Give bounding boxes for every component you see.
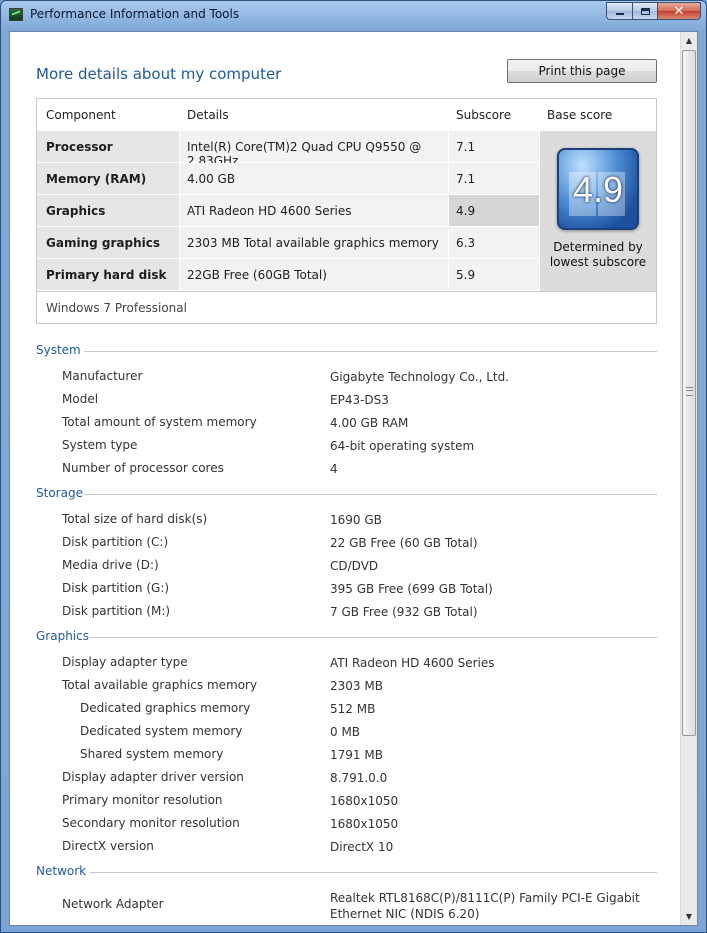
- detail-label: Disk partition (C:): [62, 535, 169, 549]
- scrollbar-thumb[interactable]: [682, 50, 696, 736]
- component-details: Intel(R) Core(TM)2 Quad CPU Q9550 @ 2.83…: [180, 131, 448, 168]
- maximize-icon: [640, 7, 650, 15]
- section-title-system: System: [36, 343, 81, 357]
- score-table-header: Component Details Subscore Base score: [37, 99, 656, 130]
- detail-label: Disk partition (M:): [62, 604, 171, 618]
- section-title-storage: Storage: [36, 486, 83, 500]
- component-name: Graphics: [37, 195, 179, 226]
- detail-value: 2303 MB: [330, 679, 383, 693]
- detail-label: Display adapter driver version: [62, 770, 244, 784]
- close-icon: ✕: [673, 3, 685, 19]
- component-subscore: 7.1: [449, 163, 539, 194]
- scroll-up-arrow-icon[interactable]: ▲: [681, 32, 697, 49]
- os-edition: Windows 7 Professional: [37, 291, 656, 323]
- component-name: Primary hard disk: [37, 259, 179, 290]
- detail-value: 7 GB Free (932 GB Total): [330, 605, 478, 619]
- detail-value: 1791 MB: [330, 748, 383, 762]
- detail-value: ATI Radeon HD 4600 Series: [330, 656, 495, 670]
- detail-value: 8.791.0.0: [330, 771, 388, 785]
- score-row-gaming-graphics: Gaming graphics 2303 MB Total available …: [37, 227, 539, 259]
- detail-label: DirectX version: [62, 839, 154, 853]
- score-table: Component Details Subscore Base score Pr…: [36, 98, 657, 324]
- component-subscore: 5.9: [449, 259, 539, 290]
- window-title: Performance Information and Tools: [30, 7, 240, 21]
- section-divider: [90, 637, 657, 638]
- main-window: Performance Information and Tools ✕ More…: [0, 0, 707, 933]
- section-divider: [84, 494, 657, 495]
- minimize-icon: [615, 13, 624, 15]
- section-title-network: Network: [36, 864, 87, 878]
- detail-value: DirectX 10: [330, 840, 394, 854]
- detail-label: Media drive (D:): [62, 558, 159, 572]
- component-name: Memory (RAM): [37, 163, 179, 194]
- detail-value: 64-bit operating system: [330, 439, 475, 453]
- component-subscore: 6.3: [449, 227, 539, 258]
- component-name: Processor: [37, 131, 179, 162]
- grip-icon: [686, 387, 693, 396]
- detail-value: 4.00 GB RAM: [330, 416, 409, 430]
- detail-label: Total size of hard disk(s): [62, 512, 208, 526]
- column-header-subscore: Subscore: [456, 108, 512, 122]
- detail-label: Dedicated system memory: [80, 724, 243, 738]
- window-controls: ✕: [606, 2, 701, 20]
- detail-value: Gigabyte Technology Co., Ltd.: [330, 370, 510, 384]
- vertical-scrollbar[interactable]: ▲ ▼: [680, 32, 697, 925]
- scroll-down-arrow-icon[interactable]: ▼: [681, 908, 697, 925]
- detail-label: Dedicated graphics memory: [80, 701, 251, 715]
- maximize-button[interactable]: [632, 2, 657, 20]
- performance-app-icon: [9, 8, 23, 21]
- detail-value: Realtek RTL8168C(P)/8111C(P) Family PCI-…: [330, 891, 640, 921]
- score-row-memory: Memory (RAM) 4.00 GB 7.1: [37, 163, 539, 195]
- detail-value: 22 GB Free (60 GB Total): [330, 536, 478, 550]
- component-name: Gaming graphics: [37, 227, 179, 258]
- detail-value: 1680x1050: [330, 794, 399, 808]
- base-score-badge: 4.9: [557, 148, 639, 230]
- page-title: More details about my computer: [36, 65, 282, 83]
- detail-value: 4: [330, 462, 338, 476]
- details-page: More details about my computer Print thi…: [10, 32, 682, 925]
- component-details: 2303 MB Total available graphics memory: [180, 227, 448, 258]
- component-subscore: 7.1: [449, 131, 539, 162]
- component-details: 4.00 GB: [180, 163, 448, 194]
- title-bar[interactable]: Performance Information and Tools ✕: [1, 1, 706, 29]
- detail-label: Disk partition (G:): [62, 581, 170, 595]
- section-divider: [84, 351, 657, 352]
- detail-label: Network Adapter: [62, 897, 164, 911]
- base-score-note: Determined by lowest subscore: [549, 240, 647, 269]
- component-details: 22GB Free (60GB Total): [180, 259, 448, 290]
- detail-label: Total amount of system memory: [62, 415, 257, 429]
- minimize-button[interactable]: [606, 2, 632, 20]
- column-header-component: Component: [46, 108, 116, 122]
- column-header-details: Details: [187, 108, 229, 122]
- detail-label: Model: [62, 392, 99, 406]
- detail-label: System type: [62, 438, 138, 452]
- detail-label: Secondary monitor resolution: [62, 816, 240, 830]
- section-title-graphics: Graphics: [36, 629, 89, 643]
- print-page-button[interactable]: Print this page: [507, 59, 657, 83]
- score-row-hard-disk: Primary hard disk 22GB Free (60GB Total)…: [37, 259, 539, 291]
- detail-value: CD/DVD: [330, 559, 379, 573]
- detail-label: Shared system memory: [80, 747, 224, 761]
- score-row-processor: Processor Intel(R) Core(TM)2 Quad CPU Q9…: [37, 131, 539, 168]
- detail-label: Total available graphics memory: [62, 678, 258, 692]
- base-score-cell: 4.9 Determined by lowest subscore: [540, 131, 656, 291]
- detail-value: 1680x1050: [330, 817, 399, 831]
- detail-value: 512 MB: [330, 702, 376, 716]
- detail-label: Primary monitor resolution: [62, 793, 223, 807]
- score-row-graphics: Graphics ATI Radeon HD 4600 Series 4.9: [37, 195, 539, 227]
- detail-label: Display adapter type: [62, 655, 188, 669]
- close-button[interactable]: ✕: [657, 2, 701, 20]
- detail-value: EP43-DS3: [330, 393, 389, 407]
- content-area: More details about my computer Print thi…: [9, 31, 698, 926]
- section-divider: [90, 872, 657, 873]
- detail-label: Manufacturer: [62, 369, 143, 383]
- base-score-value: 4.9: [572, 169, 624, 210]
- detail-label: Number of processor cores: [62, 461, 224, 475]
- component-subscore-lowest: 4.9: [449, 195, 539, 226]
- detail-value: 395 GB Free (699 GB Total): [330, 582, 493, 596]
- component-details: ATI Radeon HD 4600 Series: [180, 195, 448, 226]
- column-header-base-score: Base score: [547, 108, 613, 122]
- detail-value: 1690 GB: [330, 513, 382, 527]
- detail-value: 0 MB: [330, 725, 361, 739]
